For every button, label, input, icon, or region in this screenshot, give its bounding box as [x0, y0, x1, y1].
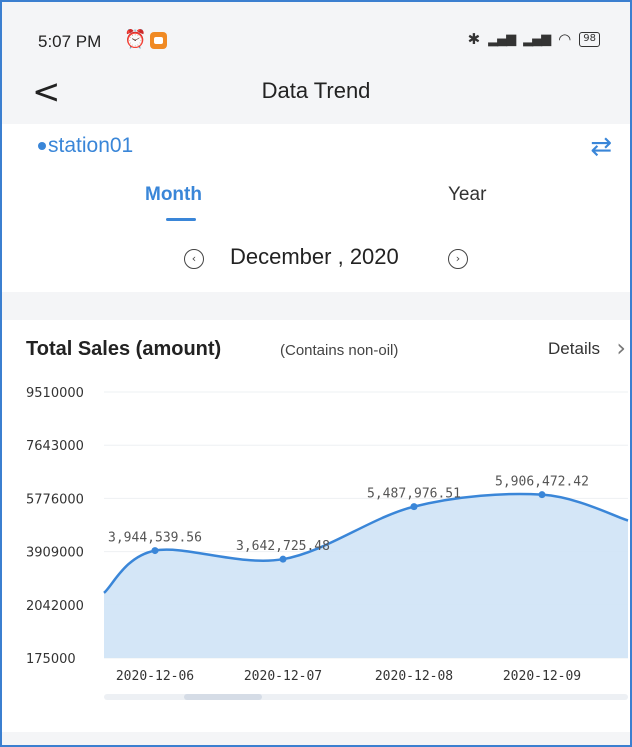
status-indicators: ✱ ▂▄▆ ▂▄▆ ◠ 98	[468, 30, 600, 48]
notification-app-icon	[150, 32, 167, 49]
chart-scrollbar[interactable]	[104, 694, 628, 700]
y-tick-label: 5776000	[26, 492, 84, 507]
data-label: 5,487,976.51	[367, 487, 461, 502]
station-selector[interactable]: station01 ⇄	[2, 124, 630, 170]
next-month-button[interactable]: ›	[448, 249, 468, 269]
data-point	[279, 555, 287, 563]
y-tick-label: 7643000	[26, 439, 84, 454]
station-dot-icon	[38, 142, 46, 150]
alarm-clock-icon: ⏰	[124, 29, 147, 49]
date-label: December , 2020	[230, 244, 399, 269]
status-time: 5:07 PM	[38, 32, 102, 51]
y-tick-label: 3909000	[26, 546, 84, 561]
signal-icon: ▂▄▆	[488, 31, 516, 47]
x-tick-label: 2020-12-08	[375, 669, 453, 684]
x-tick-label: 2020-12-09	[503, 669, 581, 684]
y-tick-label: 2042000	[26, 599, 84, 614]
area-fill	[104, 493, 628, 658]
app-screen: 5:07 PM ⏰ ✱ ▂▄▆ ▂▄▆ ◠ 98 < Data Trend st…	[0, 0, 632, 747]
previous-month-button[interactable]: ‹	[184, 249, 204, 269]
y-tick-label: 9510000	[26, 386, 84, 401]
x-tick-label: 2020-12-06	[116, 669, 194, 684]
data-point	[410, 503, 418, 511]
battery-icon: 98	[579, 31, 600, 47]
sales-card: Total Sales (amount) (Contains non-oil) …	[2, 320, 630, 732]
tab-month[interactable]: Month	[145, 184, 202, 206]
data-label: 3,642,725.48	[236, 539, 330, 554]
active-tab-indicator	[166, 218, 196, 221]
wifi-icon: ◠	[558, 30, 572, 48]
x-tick-label: 2020-12-07	[244, 669, 322, 684]
page-title: Data Trend	[261, 78, 371, 103]
data-point	[151, 547, 159, 555]
switch-station-icon[interactable]: ⇄	[590, 132, 612, 162]
data-label: 3,944,539.56	[108, 531, 202, 546]
data-label: 5,906,472.42	[495, 475, 589, 490]
sales-trend-chart: 9510000 7643000 5776000 3909000 2042000 17500…	[26, 386, 629, 684]
status-bar: 5:07 PM ⏰ ✱ ▂▄▆ ▂▄▆ ◠ 98	[2, 2, 630, 68]
y-tick-label: 175000	[26, 652, 76, 667]
data-point	[538, 491, 546, 499]
tab-year[interactable]: Year	[448, 184, 486, 206]
bluetooth-icon: ✱	[467, 30, 481, 48]
signal-icon-2: ▂▄▆	[523, 31, 551, 47]
period-tabs: Month Year	[2, 170, 630, 232]
chart-scrollbar-thumb[interactable]	[184, 694, 262, 700]
page-header: < Data Trend	[2, 68, 630, 122]
date-navigator: ‹ December , 2020 ›	[2, 232, 630, 292]
station-name[interactable]: station01	[48, 134, 133, 158]
